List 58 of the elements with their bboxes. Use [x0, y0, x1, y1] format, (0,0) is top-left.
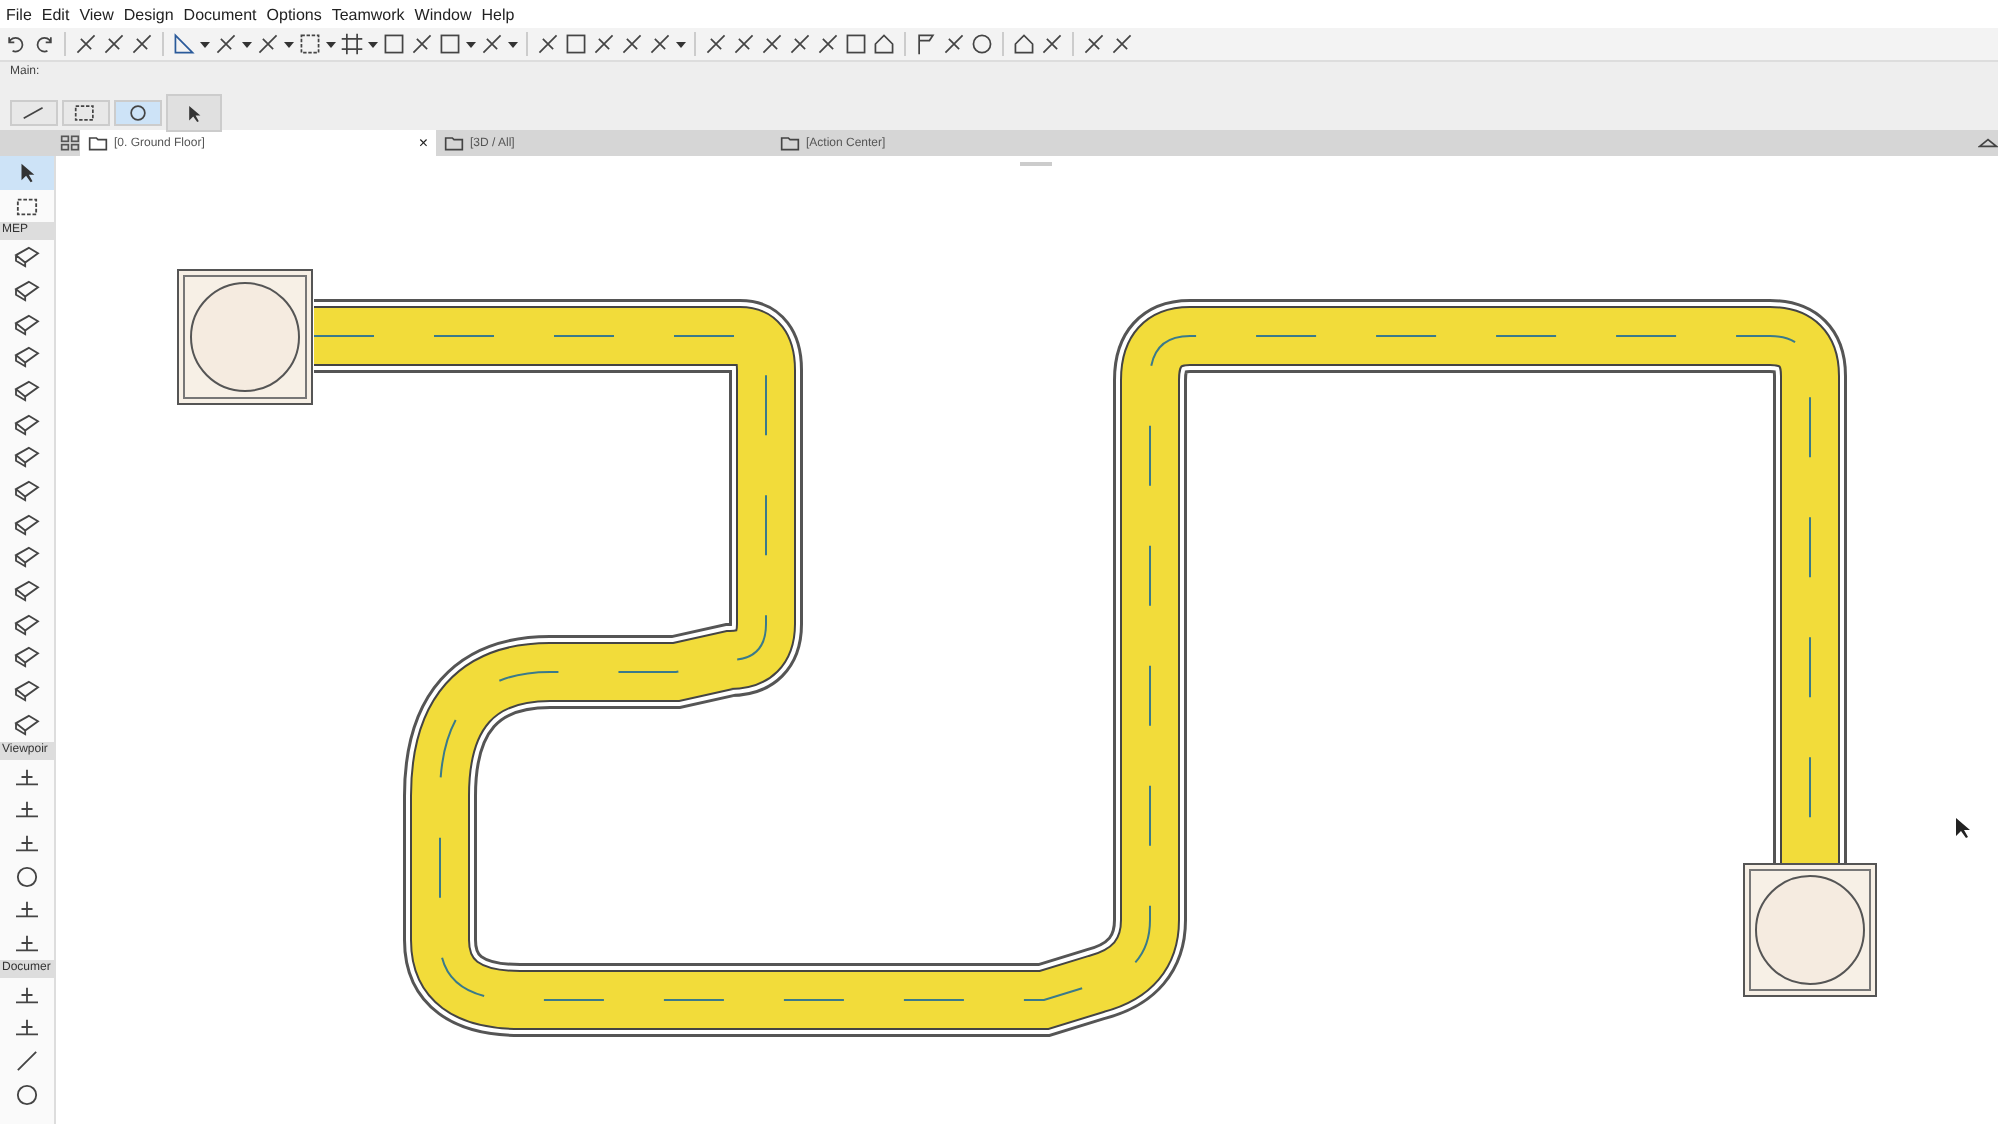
grid-icon[interactable] [340, 32, 364, 56]
terminal-unit-drawing [177, 269, 313, 405]
duct-icon[interactable] [14, 446, 40, 469]
menu-item[interactable]: Teamwork [331, 5, 405, 23]
undo-icon[interactable] [4, 32, 28, 56]
triangle-ruler-icon[interactable] [172, 32, 196, 56]
duct-icon[interactable] [14, 546, 40, 569]
dropdown-caret-icon[interactable] [284, 41, 294, 47]
marquee-icon [74, 104, 98, 122]
menu-item[interactable]: Document [183, 5, 257, 23]
arrow-pointer-icon [186, 103, 202, 123]
mouse-cursor-icon [1956, 818, 1970, 838]
box-icon[interactable] [438, 32, 462, 56]
redo-icon[interactable] [32, 32, 56, 56]
marquee-icon[interactable] [298, 32, 322, 56]
duct-icon[interactable] [14, 246, 40, 269]
dropdown-caret-icon[interactable] [466, 41, 476, 47]
tool-button[interactable] [62, 100, 110, 126]
duct-icon[interactable] [14, 346, 40, 369]
menu-item[interactable]: View [79, 5, 114, 23]
dropdown-caret-icon[interactable] [368, 41, 378, 47]
duct-icon[interactable] [14, 613, 40, 636]
menu-item[interactable]: Edit [41, 5, 70, 23]
menu-item[interactable]: Window [414, 5, 472, 23]
duct-icon[interactable] [14, 713, 40, 736]
close-button[interactable]: × [418, 134, 428, 152]
duct-icon[interactable] [14, 680, 40, 703]
menu-item[interactable]: File [6, 5, 32, 23]
tool-button[interactable] [166, 94, 222, 132]
square-icon[interactable] [844, 32, 868, 56]
line-icon[interactable] [14, 1050, 40, 1073]
duct-icon[interactable] [14, 513, 40, 536]
duct-icon[interactable] [14, 379, 40, 402]
dropdown-caret-icon[interactable] [326, 41, 336, 47]
duct-icon[interactable] [14, 480, 40, 503]
menu-item[interactable]: Options [266, 5, 322, 23]
tool-button[interactable] [10, 100, 58, 126]
house-icon[interactable] [872, 32, 896, 56]
menu-item[interactable]: Help [481, 5, 515, 23]
duct-icon[interactable] [14, 313, 40, 336]
grid-view-icon[interactable] [60, 134, 80, 152]
menu-item[interactable]: Design [123, 5, 174, 23]
duct-icon[interactable] [14, 580, 40, 603]
duct-icon[interactable] [14, 413, 40, 436]
circle-icon[interactable] [14, 1083, 40, 1106]
marquee-icon[interactable] [14, 195, 40, 218]
roof-icon[interactable] [1012, 32, 1036, 56]
terminal-unit-drawing [1743, 863, 1877, 997]
folder-icon [88, 134, 108, 152]
dropdown-caret-icon[interactable] [200, 41, 210, 47]
dropdown-caret-icon[interactable] [242, 41, 252, 47]
dropdown-caret-icon[interactable] [676, 41, 686, 47]
tool-button[interactable] [114, 100, 162, 126]
arrow-tool[interactable] [0, 156, 54, 190]
dropdown-caret-icon[interactable] [508, 41, 518, 47]
duct-icon[interactable] [14, 646, 40, 669]
duct-icon[interactable] [14, 279, 40, 302]
flag-icon[interactable] [914, 32, 938, 56]
